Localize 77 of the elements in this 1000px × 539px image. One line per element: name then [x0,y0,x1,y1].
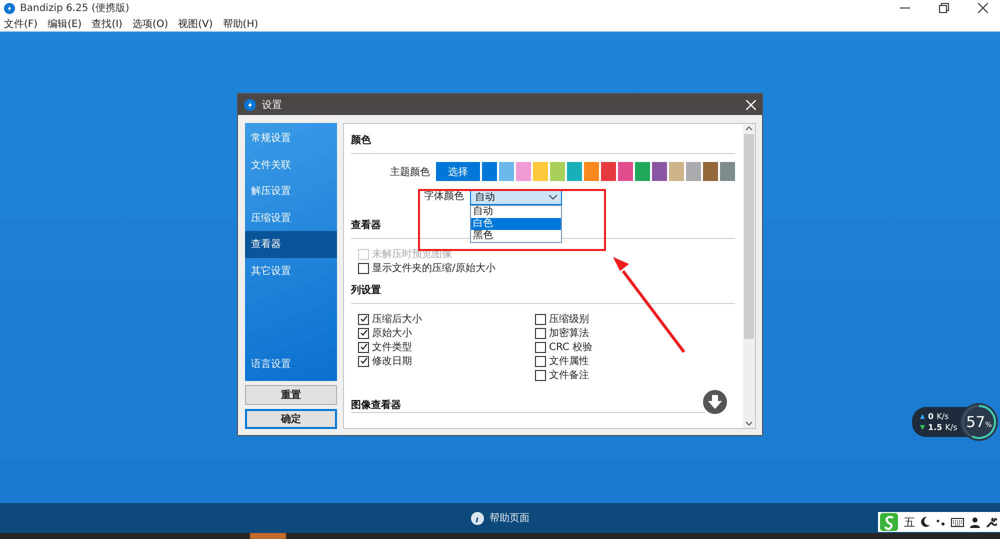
color-swatch[interactable] [584,162,599,181]
app-logo-icon [244,98,256,110]
menu-item[interactable]: 编辑(E) [48,16,82,30]
font-color-label: 字体颜色 [423,190,464,203]
color-swatch[interactable] [618,162,633,181]
checkbox[interactable] [535,356,546,366]
sidebar-item[interactable]: 压缩设置 [245,204,337,231]
scrollbar-thumb[interactable] [744,134,754,339]
checkbox[interactable] [535,342,546,352]
checkbox-label: 压缩级别 [549,312,589,326]
checkbox[interactable] [358,342,369,352]
ime-logo-icon[interactable] [880,513,898,531]
color-swatch[interactable] [482,162,497,181]
section-heading: 颜色 [351,134,371,148]
app-logo-icon [4,2,15,14]
sidebar-item[interactable]: 查看器 [245,231,337,258]
close-icon[interactable] [978,3,988,13]
checkbox-label: 文件类型 [372,340,412,354]
scroll-down-icon[interactable] [745,420,753,428]
checkbox-label: 显示文件夹的压缩/原始大小 [372,262,496,275]
sidebar-item[interactable]: 语言设置 [245,350,337,378]
menu-item[interactable]: 帮助(H) [222,16,258,30]
checkbox-label: 文件属性 [549,354,589,368]
restore-icon[interactable] [939,3,949,13]
color-swatch[interactable] [635,162,650,181]
checkbox[interactable] [358,262,369,274]
up-arrow-icon [920,414,925,419]
theme-color-label: 主题颜色 [389,166,430,178]
help-link[interactable]: 帮助页面 [490,511,530,525]
reset-button[interactable]: 重置 [245,385,337,406]
dialog-title: 设置 [262,98,283,112]
color-swatch[interactable] [533,162,548,181]
checkbox[interactable] [358,328,369,338]
checkbox-label: 加密算法 [549,326,589,340]
checkbox[interactable] [535,328,546,338]
menu-item[interactable]: 视图(V) [178,16,213,30]
punctuation-icon[interactable] [936,517,945,527]
window-title: Bandizip 6.25 (便携版) [20,2,130,15]
color-swatch[interactable] [669,162,684,181]
moon-icon[interactable] [921,517,930,527]
choose-button[interactable]: 选择 [436,162,480,181]
checkbox[interactable] [358,314,369,324]
color-swatch[interactable] [499,162,514,181]
color-swatch[interactable] [686,162,701,181]
checkbox-label: 修改日期 [372,354,412,368]
color-swatch[interactable] [601,162,616,181]
scroll-up-icon[interactable] [745,124,753,132]
color-swatch[interactable] [567,162,582,181]
checkbox-label: CRC 校验 [549,340,593,354]
color-swatch[interactable] [516,162,531,181]
keyboard-icon[interactable] [951,518,964,526]
checkbox-label: 压缩后大小 [372,312,422,326]
menu-item[interactable]: 文件(F) [4,16,38,30]
checkbox[interactable] [535,314,546,324]
section-heading: 图像查看器 [351,398,401,413]
person-icon[interactable] [970,516,980,528]
checkbox[interactable] [535,370,546,380]
section-heading: 查看器 [351,218,381,233]
down-arrow-icon [920,425,925,430]
color-swatch[interactable] [703,162,718,181]
sidebar-item[interactable]: 其它设置 [245,258,337,284]
color-swatch[interactable] [550,162,565,181]
caret-icon[interactable] [549,194,557,200]
color-swatch[interactable] [652,162,667,181]
minimize-icon[interactable] [900,7,910,9]
section-heading: 列设置 [351,284,381,298]
wrench-icon[interactable] [986,516,997,528]
info-icon [470,512,484,524]
ok-button[interactable]: 确定 [245,409,337,429]
checkbox-label: 文件备注 [549,368,589,382]
menu-item[interactable]: 查找(I) [92,16,122,30]
dropdown-option[interactable]: 白色 [471,218,561,230]
checkbox[interactable] [358,356,369,366]
color-swatch[interactable] [720,162,735,181]
input-mode-label[interactable]: 五 [904,514,915,530]
checkbox-label: 原始大小 [372,326,412,340]
menu-item[interactable]: 选项(O) [132,16,168,30]
